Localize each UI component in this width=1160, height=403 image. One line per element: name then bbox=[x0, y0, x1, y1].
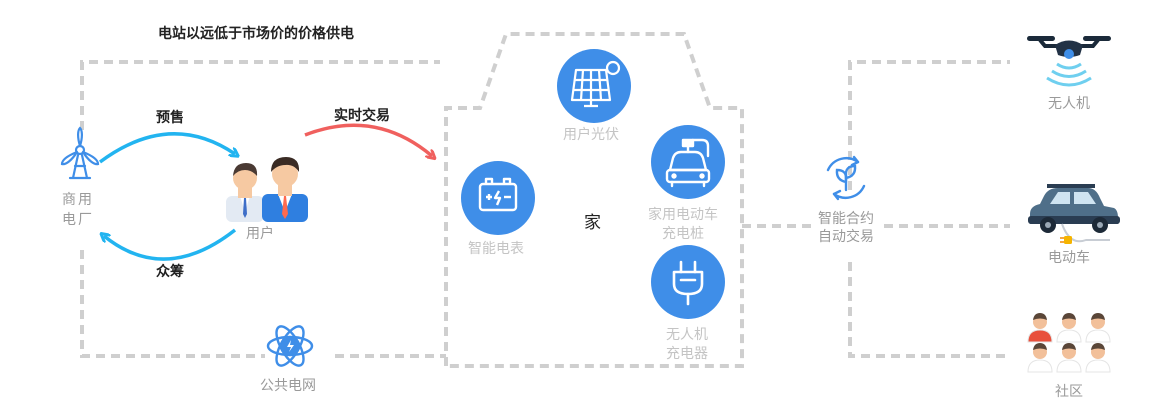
crowdfund-arrow bbox=[104, 228, 237, 261]
realtime-trade-arrow bbox=[304, 123, 432, 156]
realtime-trade-label: 实时交易 bbox=[334, 108, 390, 124]
community-label: 社区 bbox=[1055, 384, 1083, 400]
energy-trading-diagram: 电站以远低于市场价的价格供电 预售 众筹 实时交易 商用 电厂 用户 公共电网 … bbox=[0, 0, 1160, 403]
community-person-icon bbox=[1027, 313, 1053, 343]
community-icon bbox=[1027, 313, 1111, 373]
users-icon bbox=[226, 157, 308, 222]
commercial-plant-label: 商用 电厂 bbox=[62, 192, 94, 228]
drone-icon bbox=[1027, 36, 1111, 87]
ev-charger-label: 家用电动车 充电桩 bbox=[648, 207, 718, 242]
wind-turbine-icon bbox=[60, 126, 100, 180]
smart-meter-label: 智能电表 bbox=[468, 241, 524, 257]
top-note: 电站以远低于市场价的价格供电 bbox=[158, 26, 354, 42]
car-icon bbox=[1028, 184, 1120, 244]
public-grid-label: 公共电网 bbox=[260, 378, 316, 394]
home-label: 家 bbox=[584, 213, 601, 233]
solar-label: 用户光伏 bbox=[563, 127, 619, 143]
community-person-icon bbox=[1056, 313, 1082, 343]
ev-charger-icon bbox=[651, 125, 725, 199]
presale-label: 预售 bbox=[156, 110, 184, 126]
users-label: 用户 bbox=[246, 226, 274, 242]
public-grid-icon bbox=[266, 325, 314, 367]
community-person-icon bbox=[1085, 313, 1111, 343]
community-person-icon bbox=[1027, 343, 1053, 373]
community-person-icon bbox=[1085, 343, 1111, 373]
dashed-connectors bbox=[80, 32, 1010, 368]
smart-meter-icon bbox=[461, 161, 535, 235]
smart-contract-icon bbox=[826, 155, 866, 201]
drone-label: 无人机 bbox=[1048, 96, 1090, 112]
crowdfund-label: 众筹 bbox=[156, 264, 184, 280]
community-person-icon bbox=[1056, 343, 1082, 373]
solar-panel-icon bbox=[557, 49, 631, 123]
contract-to-community-line bbox=[848, 262, 1010, 358]
ev-label: 电动车 bbox=[1048, 250, 1090, 266]
drone-charger-label: 无人机 充电器 bbox=[666, 327, 708, 362]
smart-contract-label: 智能合约 自动交易 bbox=[818, 211, 874, 245]
diagram-graphics bbox=[60, 32, 1120, 373]
contract-to-devices-line bbox=[848, 60, 1010, 190]
presale-arrow bbox=[98, 132, 235, 164]
plug-icon bbox=[651, 245, 725, 319]
